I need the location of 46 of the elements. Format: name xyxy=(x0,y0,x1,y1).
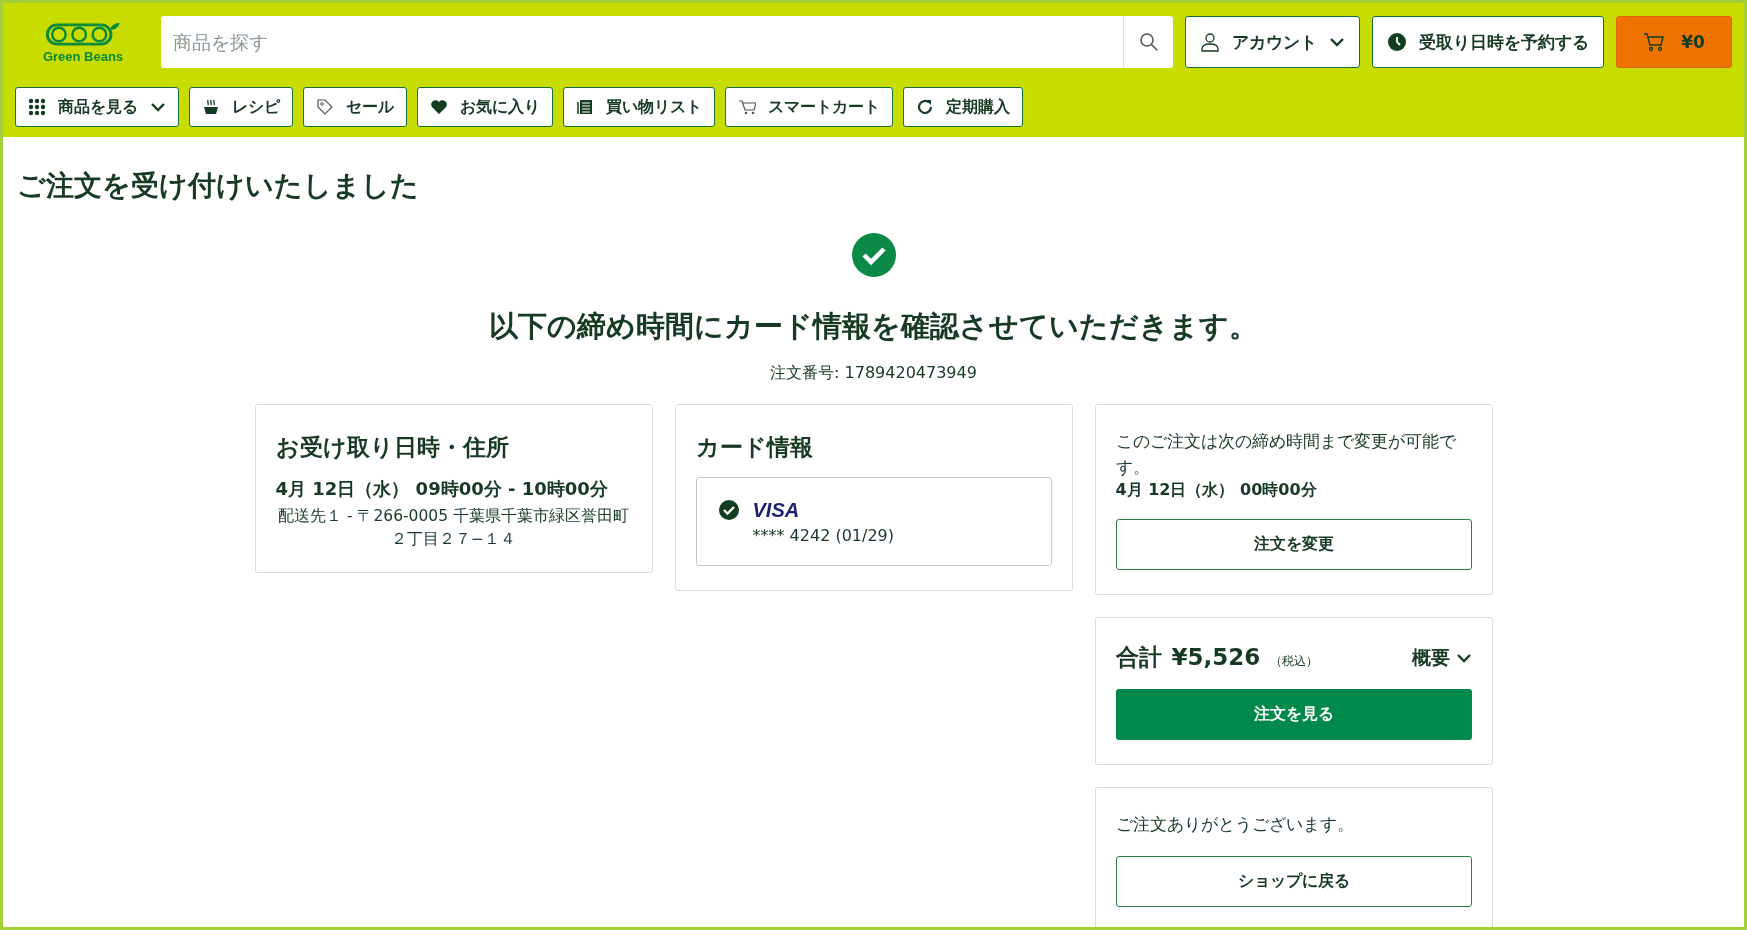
pickup-address: 配送先１ - 〒266-0005 千葉県千葉市緑区誉田町２丁目２７−１４ xyxy=(277,506,630,551)
nav-button[interactable]: セール xyxy=(303,87,407,127)
change-deadline: 4月 12日（水） 00時00分 xyxy=(1115,480,1318,502)
search-button[interactable] xyxy=(1123,16,1173,68)
confirmation-heading: 以下の締め時間にカード情報を確認させていただきます。 xyxy=(489,308,1258,345)
nav-button[interactable]: スマートカート xyxy=(725,87,893,127)
peapod-logo-icon xyxy=(44,20,122,48)
card-number: **** 4242 (01/29) xyxy=(752,526,894,545)
total-label: 合計 xyxy=(1115,643,1162,673)
check-circle-icon xyxy=(851,233,896,277)
change-order-button[interactable]: 注文を変更 xyxy=(1115,519,1472,571)
heart-icon xyxy=(430,98,448,116)
reserve-pickup-button[interactable]: 受取り日時を予約する xyxy=(1372,16,1604,68)
payment-card[interactable]: VISA **** 4242 (01/29) xyxy=(695,477,1052,566)
search-field[interactable]: 商品を探す xyxy=(161,16,1123,68)
view-order-button[interactable]: 注文を見る xyxy=(1115,689,1472,741)
card-title: カード情報 xyxy=(695,433,814,462)
cart-icon xyxy=(1643,32,1666,52)
nav-button[interactable]: お気に入り xyxy=(417,87,553,127)
cart-button[interactable]: ¥0 xyxy=(1616,16,1732,68)
thanks-message: ご注文ありがとうございます。 xyxy=(1115,814,1355,837)
nav-button[interactable]: レシピ xyxy=(189,87,293,127)
card-brand: VISA xyxy=(752,500,800,520)
user-icon xyxy=(1200,32,1220,52)
tax-note: （税込） xyxy=(1270,653,1319,671)
order-number: 注文番号: 1789420473949 xyxy=(770,363,977,384)
change-note: このご注文は次の締め時間まで変更が可能です。 xyxy=(1115,431,1457,479)
logo-text: Green Beans xyxy=(42,48,124,64)
pot-icon xyxy=(202,98,220,116)
nav-button[interactable]: 商品を見る xyxy=(15,87,179,127)
tag-icon xyxy=(316,98,334,116)
cart-icon xyxy=(738,98,756,116)
card-title: お受け取り日時・住所 xyxy=(275,433,510,462)
back-to-shop-button[interactable]: ショップに戻る xyxy=(1115,855,1472,907)
nav-button[interactable]: 買い物リスト xyxy=(563,87,715,127)
search-icon xyxy=(1138,32,1159,52)
clock-icon xyxy=(1387,32,1407,52)
summary-toggle[interactable]: 概要 xyxy=(1411,644,1472,671)
account-button[interactable]: アカウント xyxy=(1185,16,1360,68)
total-amount: ¥5,526 xyxy=(1171,644,1261,671)
nav-button[interactable]: 定期購入 xyxy=(903,87,1023,127)
grid-icon xyxy=(28,98,46,116)
list-icon xyxy=(576,98,594,116)
refresh-icon xyxy=(916,98,934,116)
page-title: ご注文を受け付けいたしました xyxy=(17,168,419,204)
pickup-datetime: 4月 12日（水） 09時00分 - 10時00分 xyxy=(275,477,609,501)
